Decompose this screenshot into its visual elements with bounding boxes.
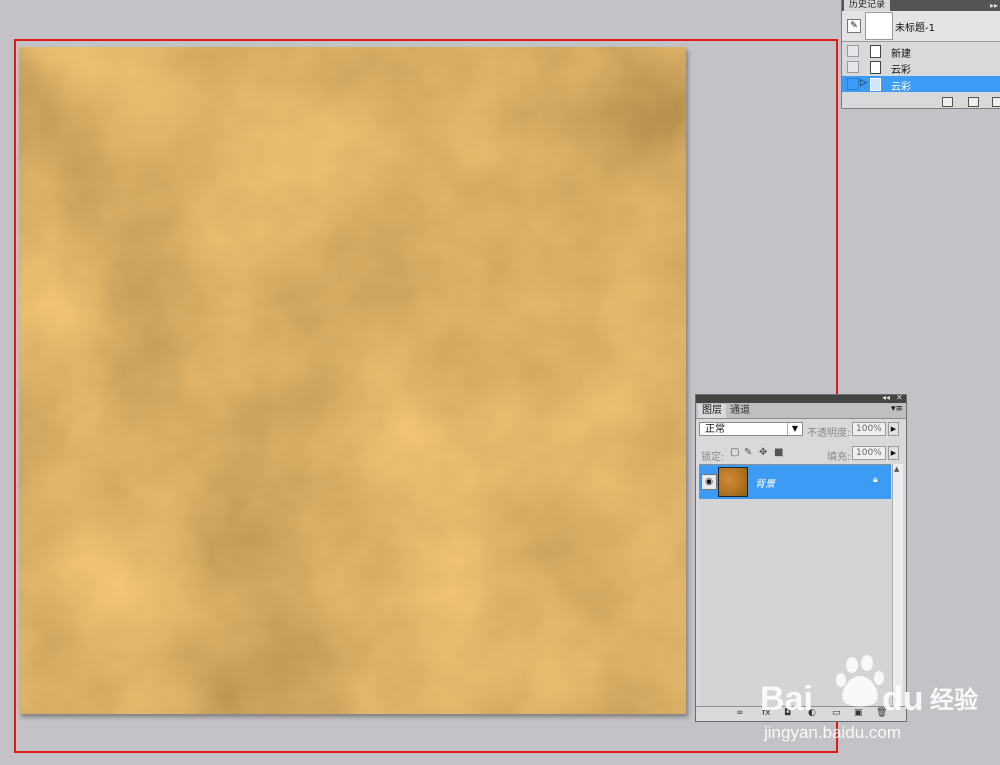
layer-list: ◉ 背景 🔒︎ [699,464,891,707]
document-canvas[interactable] [19,47,686,714]
layer-list-scrollbar[interactable]: ▲ [892,464,903,706]
fill-field[interactable]: 100% [852,446,886,460]
history-source-checkbox[interactable] [847,78,859,90]
layer-thumbnail [718,467,748,497]
panel-menu-icon[interactable]: ▾≡ [891,404,903,414]
lock-position-icon[interactable]: ✥ [759,447,767,458]
history-footer [842,94,1000,108]
document-icon [870,61,881,74]
history-snapshot[interactable]: ✎ 未标题-1 [842,11,1000,42]
history-state-label: 云彩 [891,82,911,93]
history-tabbar: 历史记录 ▸▸ [842,0,1000,11]
opacity-label: 不透明度: [807,428,851,439]
scroll-up-icon[interactable]: ▲ [894,465,899,473]
history-state-clouds-current[interactable]: ▷ 云彩 [842,76,1000,93]
cloud-texture [19,47,686,714]
snapshot-label: 未标题-1 [895,23,935,34]
history-source-checkbox[interactable] [847,61,859,73]
new-group-icon[interactable]: ▭ [832,708,841,718]
new-layer-icon[interactable]: ▣ [854,708,863,718]
document-icon [870,78,881,91]
fill-slider-arrow-icon[interactable]: ▶ [888,446,899,460]
chevron-down-icon[interactable]: ▼ [787,423,802,435]
document-icon [870,45,881,58]
layer-name[interactable]: 背景 [755,475,775,490]
history-panel: 历史记录 ▸▸ ✎ 未标题-1 新建 云彩 ▷ 云彩 [841,0,1000,109]
blend-mode-value: 正常 [705,424,725,435]
current-state-arrow-icon: ▷ [860,78,867,88]
history-brush-icon[interactable]: ✎ [847,19,861,33]
fill-label: 填充: [827,452,851,463]
lock-label: 锁定: [701,452,725,463]
svg-text:经验: 经验 [930,686,978,714]
layers-titlebar: ◂◂ ✕ [696,393,906,403]
history-state-label: 云彩 [891,65,911,76]
tab-channels[interactable]: 通道 [726,404,754,418]
lock-icon: 🔒︎ [873,475,878,485]
collapse-icon[interactable]: ◂◂ [882,393,890,402]
camera-snapshot-icon[interactable] [968,97,979,107]
adjustment-layer-icon[interactable]: ◐ [808,708,816,718]
lock-transparent-pixels-icon[interactable]: ▢ [730,447,739,458]
history-state-label: 新建 [891,49,911,60]
svg-text:jingyan.baidu.com: jingyan.baidu.com [763,723,901,742]
snapshot-thumbnail [865,12,893,40]
history-state-new[interactable]: 新建 [842,43,1000,60]
layer-style-icon[interactable]: fx [762,708,771,718]
collapse-icon[interactable]: ▸▸ [990,0,998,11]
layers-tabbar: 图层 通道 ▾≡ [696,403,906,419]
tab-layers[interactable]: 图层 [698,404,726,418]
new-document-from-state-icon[interactable] [942,97,953,107]
history-source-checkbox[interactable] [847,45,859,57]
eye-icon[interactable]: ◉ [701,474,717,490]
close-icon[interactable]: ✕ [896,393,903,402]
layer-mask-icon[interactable]: ◘ [784,708,791,718]
trash-icon[interactable] [992,97,1000,107]
link-layers-icon[interactable]: ∞ [736,708,744,718]
lock-all-icon[interactable]: ■ [774,447,783,458]
history-state-clouds[interactable]: 云彩 [842,59,1000,76]
trash-icon[interactable]: 🗑︎ [876,708,887,718]
tab-history[interactable]: 历史记录 [844,0,891,11]
layer-row-background[interactable]: ◉ 背景 🔒︎ [699,465,891,499]
layers-panel: ◂◂ ✕ 图层 通道 ▾≡ 正常 ▼ 不透明度: 100% ▶ 锁定: ▢ ✎ … [695,393,907,722]
opacity-field[interactable]: 100% [852,422,886,436]
lock-image-pixels-icon[interactable]: ✎ [744,447,752,458]
blend-mode-select[interactable]: 正常 ▼ [699,422,803,436]
layers-footer: ∞ fx ◘ ◐ ▭ ▣ 🗑︎ [696,706,906,721]
opacity-slider-arrow-icon[interactable]: ▶ [888,422,899,436]
